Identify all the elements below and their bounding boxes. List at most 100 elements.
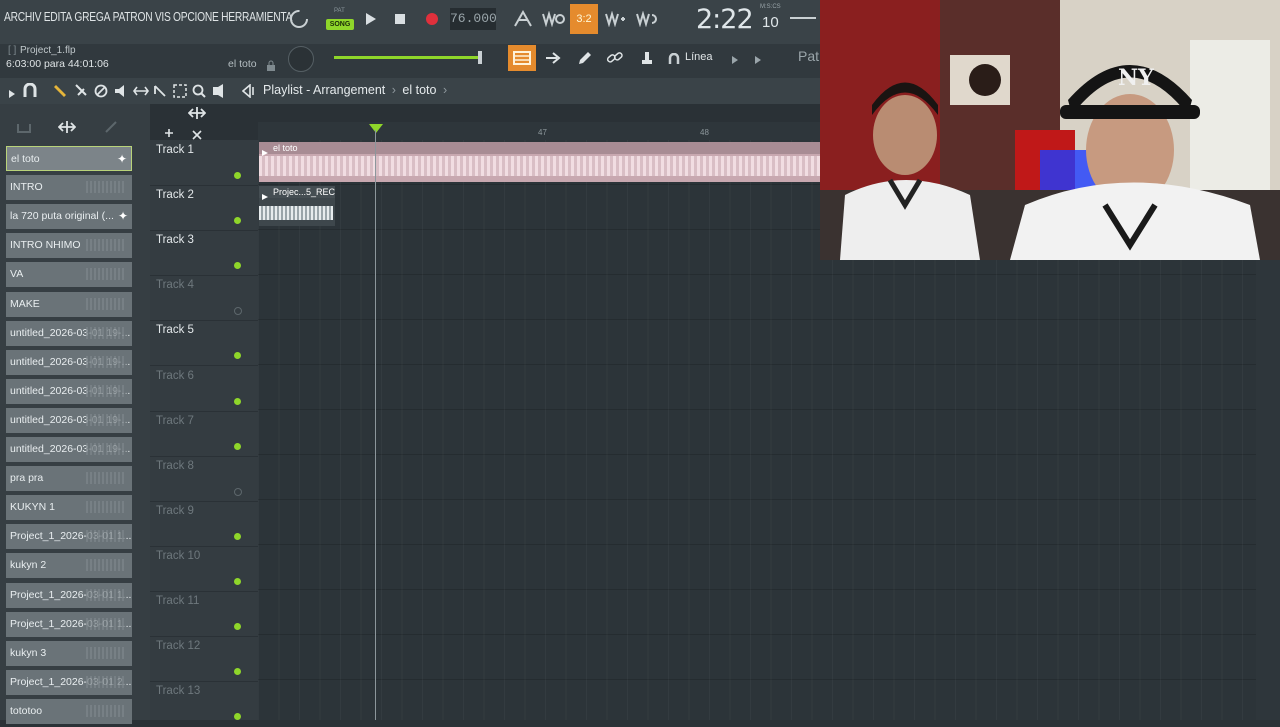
pattern-item[interactable]: Project_1_2026-03-01 1...: [6, 582, 132, 608]
track-header[interactable]: Track 7: [150, 411, 258, 457]
current-pattern-name[interactable]: el toto: [228, 58, 257, 70]
slice-tool-icon[interactable]: [153, 84, 167, 103]
track-mute-led[interactable]: [234, 262, 241, 270]
magnet-icon[interactable]: [668, 52, 680, 70]
arrow-right-icon[interactable]: [540, 45, 566, 71]
refresh-icon[interactable]: [286, 6, 312, 32]
menu-herramientas[interactable]: HERRAMIENTA: [221, 10, 292, 24]
draw-tool-icon[interactable]: [54, 83, 68, 104]
song-position-clock[interactable]: 2:22: [696, 4, 754, 35]
snap-line-select[interactable]: Línea: [685, 51, 713, 63]
song-mode-toggle[interactable]: PAT SONG: [326, 6, 354, 34]
loop-record-icon[interactable]: [634, 6, 660, 32]
pattern-item[interactable]: INTRO: [6, 175, 132, 201]
track-header[interactable]: Track 9: [150, 501, 258, 547]
track-mute-led[interactable]: [234, 307, 242, 316]
wait-input-icon[interactable]: [540, 6, 566, 32]
step-edit-icon[interactable]: [602, 6, 628, 32]
track-header[interactable]: Track 2: [150, 185, 258, 232]
track-header[interactable]: Track 1: [150, 140, 258, 186]
menu-vista[interactable]: VIS: [155, 10, 171, 24]
chevron-right-icon[interactable]: [731, 52, 739, 70]
pattern-item[interactable]: Project_1_2026-03-01 1...: [6, 524, 132, 550]
pattern-move-icon[interactable]: ✦: [118, 204, 128, 229]
select-tool-icon[interactable]: [173, 84, 187, 103]
clip-menu-icon-2[interactable]: [261, 188, 269, 206]
playhead-marker[interactable]: [369, 124, 383, 133]
mute-tool-icon[interactable]: [114, 84, 128, 103]
playlist-menu-arrow-icon[interactable]: [8, 86, 16, 104]
pattern-item[interactable]: kukyn 3: [6, 640, 132, 666]
menu-editar[interactable]: EDITA: [44, 10, 72, 24]
play-icon[interactable]: [358, 6, 384, 32]
stamp-icon[interactable]: [634, 45, 660, 71]
pattern-item[interactable]: INTRO NHIMO: [6, 233, 132, 259]
vertical-scrollbar[interactable]: [1256, 260, 1280, 720]
pattern-item[interactable]: untitled_2026-03-01 19-...: [6, 349, 132, 375]
pattern-item[interactable]: untitled_2026-03-01 19-...: [6, 378, 132, 404]
audio-clip[interactable]: el toto: [259, 142, 820, 182]
metronome-icon[interactable]: [510, 6, 536, 32]
track-header[interactable]: Track 13: [150, 681, 258, 727]
menu-opciones[interactable]: OPCIONE: [173, 10, 219, 24]
playlist-button[interactable]: [508, 45, 536, 71]
pattern-item[interactable]: untitled_2026-03-01 19-...: [6, 407, 132, 433]
track-header[interactable]: Track 11: [150, 591, 258, 637]
pattern-item[interactable]: VA: [6, 262, 132, 288]
menu-agregar[interactable]: GREGA: [74, 10, 110, 24]
playback-tool-icon[interactable]: [212, 84, 226, 103]
pattern-item[interactable]: Project_1_2026-03-01 2...: [6, 669, 132, 695]
track-header[interactable]: Track 6: [150, 366, 258, 412]
chevron-right-icon-2[interactable]: [754, 52, 762, 70]
clip-menu-icon[interactable]: [261, 144, 269, 162]
link-icon[interactable]: [602, 45, 628, 71]
pen-icon[interactable]: [572, 45, 598, 71]
delete-tool-icon[interactable]: [94, 84, 108, 103]
track-header[interactable]: Track 10: [150, 546, 258, 592]
track-header[interactable]: Track 3: [150, 230, 258, 277]
master-pitch-slider[interactable]: [790, 17, 816, 19]
master-volume-slider[interactable]: [334, 56, 482, 59]
tempo-display[interactable]: 76.000: [450, 8, 497, 30]
pattern-move-icon[interactable]: [57, 120, 77, 139]
audio-clip-2[interactable]: Projec...5_REC: [259, 186, 335, 226]
track-header[interactable]: Track 4: [150, 275, 258, 322]
pattern-item[interactable]: KUKYN 1: [6, 495, 132, 521]
track-header[interactable]: Track 8: [150, 456, 258, 502]
stop-icon[interactable]: [387, 6, 413, 32]
track-mute-led[interactable]: [234, 532, 241, 540]
pattern-collapse-icon[interactable]: [16, 121, 32, 139]
track-mute-led[interactable]: [234, 668, 241, 676]
playlist-arrange-icon[interactable]: [241, 83, 258, 103]
track-header[interactable]: Track 12: [150, 636, 258, 683]
track-mute-led[interactable]: [234, 713, 241, 721]
track-mute-led[interactable]: [234, 217, 241, 225]
pattern-pencil-icon[interactable]: [104, 120, 118, 139]
pattern-item[interactable]: MAKE: [6, 291, 132, 317]
slip-tool-icon[interactable]: [133, 84, 149, 103]
pattern-item[interactable]: tototoo: [6, 698, 132, 724]
pattern-picker[interactable]: Pat: [798, 48, 819, 64]
menu-patron[interactable]: PATRON: [113, 10, 153, 24]
track-mute-led[interactable]: [234, 352, 241, 360]
track-mute-led[interactable]: [234, 487, 242, 496]
volume-slider-handle[interactable]: [478, 51, 482, 64]
pattern-item[interactable]: kukyn 2: [6, 553, 132, 579]
track-mute-led[interactable]: [234, 577, 241, 585]
pattern-item[interactable]: untitled_2026-03-01 19-...: [6, 320, 132, 346]
track-header[interactable]: Track 5: [150, 320, 258, 367]
menu-archivo[interactable]: ARCHIV: [4, 10, 42, 24]
track-mute-led[interactable]: [234, 397, 241, 405]
record-icon[interactable]: [419, 6, 445, 32]
paint-tool-icon[interactable]: [74, 83, 88, 104]
track-mute-led[interactable]: [234, 623, 241, 630]
track-move-icon[interactable]: [187, 106, 207, 125]
playlist-pattern-name[interactable]: el toto: [402, 83, 436, 97]
zoom-tool-icon[interactable]: [192, 84, 206, 103]
track-mute-led[interactable]: [234, 442, 241, 450]
master-volume-knob[interactable]: [288, 46, 314, 72]
countdown-button[interactable]: 3:2: [570, 4, 598, 34]
pattern-move-icon[interactable]: ✦: [117, 147, 127, 170]
pattern-item[interactable]: pra pra: [6, 466, 132, 492]
pattern-item[interactable]: la 720 puta original (... ✦: [6, 204, 132, 230]
